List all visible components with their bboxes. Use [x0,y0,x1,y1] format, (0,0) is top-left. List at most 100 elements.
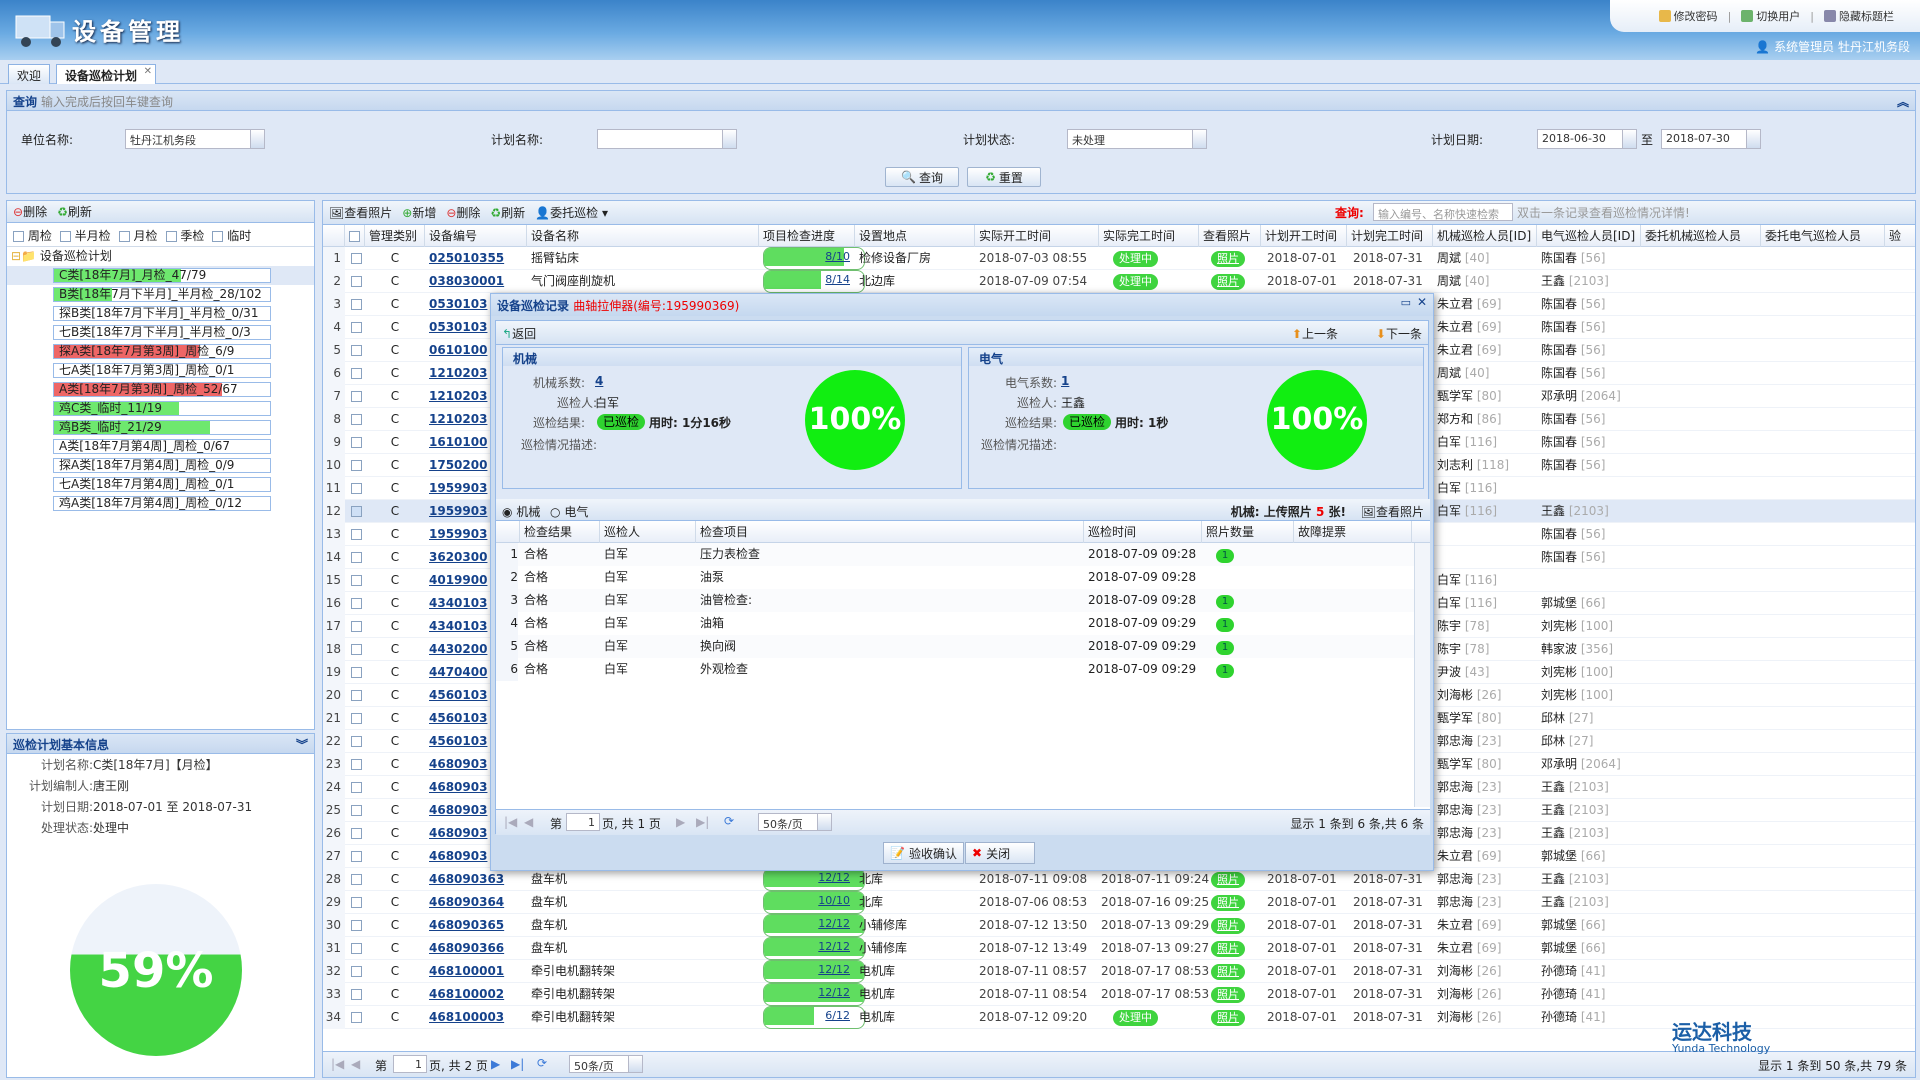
checkbox-icon[interactable] [351,598,362,609]
item-column-header[interactable]: 巡检时间 [1084,521,1202,543]
quick-search-input[interactable]: 输入编号、名称快速检索 [1373,203,1513,221]
filter-weekly[interactable]: 周检 [13,227,52,243]
equipment-code-link[interactable]: 468090364 [429,891,527,914]
checkbox-icon[interactable] [165,231,177,242]
tab-inspection-plan[interactable]: 设备巡检计划 ✕ [56,64,157,84]
page-size-select[interactable]: 50条/页 [569,1055,643,1073]
filter-semimonthly[interactable]: 半月检 [59,227,111,243]
tab-welcome[interactable]: 欢迎 [8,64,51,84]
column-header[interactable]: 委托电气巡检人员 [1761,225,1885,247]
reset-button[interactable]: ♻ 重置 [967,167,1041,187]
table-row[interactable]: 2 C 038030001 气门阀座削旋机 8/14 北边库 2018-07-09 07:5… [323,270,1915,293]
checkbox-icon[interactable] [351,644,362,655]
table-row[interactable]: 28 C 468090363 盘车机 12/12 北库 2018-07-11 09:08 20… [323,868,1915,891]
collapse-icon[interactable]: ︾ [296,736,308,753]
filter-temporary[interactable]: 临时 [212,227,251,243]
add-button[interactable]: ⊕新增 [402,204,436,221]
tree-node[interactable]: 七B类[18年7月下半月]_半月检_0/3 [7,323,314,342]
photo-link[interactable]: 照片 [1211,251,1245,267]
checkbox-icon[interactable] [351,276,362,287]
photo-link[interactable]: 照片 [1211,918,1245,934]
checkbox-icon[interactable] [351,1012,362,1023]
chevron-down-icon[interactable] [1192,130,1206,148]
calendar-icon[interactable] [1746,130,1760,148]
checkbox-icon[interactable] [118,231,130,242]
prev-record-button[interactable]: ⬆上一条 [1292,325,1338,342]
equipment-code-link[interactable]: 468090366 [429,937,527,960]
checkbox-icon[interactable] [351,299,362,310]
page-input[interactable]: 1 [393,1055,427,1073]
items-page-size-select[interactable]: 50条/页 [758,813,832,831]
plan-name-select[interactable] [597,129,737,149]
change-password-button[interactable]: 修改密码 [1658,8,1718,24]
progress-bar[interactable]: 10/10 [763,891,865,914]
checkbox-icon[interactable] [351,506,362,517]
delegate-button[interactable]: 👤委托巡检 ▾ [535,204,608,221]
checkbox-icon[interactable] [349,231,360,242]
equipment-code-link[interactable]: 468090365 [429,914,527,937]
table-row[interactable]: 31 C 468090366 盘车机 12/12 小辅修库 2018-07-12 13:49… [323,937,1915,960]
refresh-icon[interactable]: ⟳ [537,1056,547,1070]
tree-node[interactable]: C类[18年7月]_月检_47/79 [7,266,314,285]
tree-node[interactable]: 鸡C类_临时_11/19 [7,399,314,418]
tree-node[interactable]: A类[18年7月第3周]_周检_52/67 [7,380,314,399]
table-row[interactable]: 30 C 468090365 盘车机 12/12 小辅修库 2018-07-12 13:50… [323,914,1915,937]
chevron-down-icon[interactable] [817,814,831,830]
tree-node[interactable]: 鸡B类_临时_21/29 [7,418,314,437]
checkbox-icon[interactable] [351,920,362,931]
item-row[interactable]: 6 合格 白军 外观检查 2018-07-09 09:29 1 [496,658,1416,681]
chevron-down-icon[interactable] [722,130,736,148]
item-row[interactable]: 2 合格 白军 油泵 2018-07-09 09:28 [496,566,1416,589]
dialog-close-button[interactable]: ✖ 关闭 [965,842,1035,864]
column-header[interactable]: 设备名称 [527,225,759,247]
refresh-icon[interactable]: ⟳ [724,814,734,828]
items-scrollbar[interactable] [1414,543,1430,807]
column-header[interactable]: 查看照片 [1199,225,1261,247]
switch-user-button[interactable]: 切换用户 [1741,8,1800,24]
hide-title-button[interactable]: 隐藏标题栏 [1824,8,1894,24]
radio-mechanical[interactable]: ◉ 机械 [502,503,540,520]
checkbox-icon[interactable] [351,621,362,632]
photo-link[interactable]: 照片 [1211,1010,1245,1026]
tree-refresh-button[interactable]: ♻刷新 [57,203,92,220]
checkbox-icon[interactable] [351,345,362,356]
checkbox-icon[interactable] [351,391,362,402]
item-column-header[interactable]: 故障提票 [1294,521,1412,543]
next-page-icon[interactable]: ▶ [491,1057,500,1071]
equipment-code-link[interactable]: 468100002 [429,983,527,1006]
unit-select[interactable]: 牡丹江机务段 [125,129,265,149]
checkbox-icon[interactable] [351,667,362,678]
confirm-acceptance-button[interactable]: 📝 验收确认 [883,842,964,864]
last-page-icon[interactable]: ▶| [511,1057,524,1071]
column-header[interactable]: 设备编号 [425,225,527,247]
column-header[interactable]: 计划开工时间 [1261,225,1347,247]
maximize-icon[interactable]: ▭ [1401,296,1411,309]
checkbox-icon[interactable] [351,897,362,908]
equipment-code-link[interactable]: 468100001 [429,960,527,983]
checkbox-icon[interactable] [351,483,362,494]
column-header[interactable]: 设置地点 [855,225,975,247]
column-header[interactable]: 项目检查进度 [759,225,855,247]
photo-count-badge[interactable]: 1 [1216,595,1234,609]
progress-bar[interactable]: 8/10 [763,247,865,270]
first-page-icon[interactable]: |◀ [504,815,517,829]
column-header[interactable]: 电气巡检人员[ID] [1537,225,1641,247]
tree-node[interactable]: A类[18年7月第4周]_周检_0/67 [7,437,314,456]
checkbox-icon[interactable] [351,690,362,701]
column-header[interactable] [345,225,365,247]
date-from-input[interactable]: 2018-06-30 [1537,129,1637,149]
first-page-icon[interactable]: |◀ [331,1057,344,1071]
photo-link[interactable]: 照片 [1211,895,1245,911]
photo-count-badge[interactable]: 1 [1216,664,1234,678]
column-header[interactable]: 计划完工时间 [1347,225,1433,247]
mech-coef-value[interactable]: 4 [595,374,603,388]
progress-bar[interactable]: 12/12 [763,937,865,960]
checkbox-icon[interactable] [351,989,362,1000]
radio-electrical[interactable]: ○ 电气 [550,503,588,520]
checkbox-icon[interactable] [351,851,362,862]
tree-delete-button[interactable]: ⊖删除 [13,203,47,220]
close-icon[interactable]: ✕ [1417,295,1427,309]
refresh-button[interactable]: ♻刷新 [490,204,525,221]
progress-bar[interactable]: 6/12 [763,1006,865,1029]
chevron-down-icon[interactable] [250,130,264,148]
